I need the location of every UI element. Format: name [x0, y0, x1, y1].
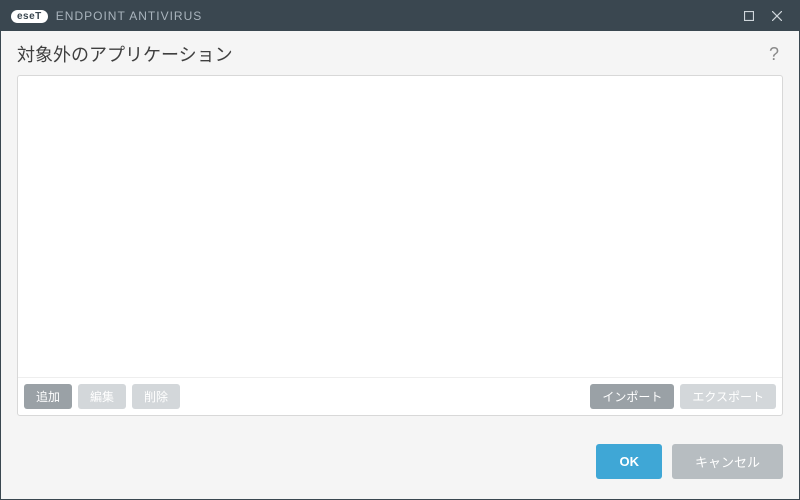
- ok-button[interactable]: OK: [596, 444, 662, 479]
- titlebar: eseT ENDPOINT ANTIVIRUS: [1, 1, 799, 31]
- exclusion-list[interactable]: [18, 76, 782, 377]
- exclusion-panel: 追加 編集 削除 インポート エクスポート: [17, 75, 783, 416]
- dialog-header: 対象外のアプリケーション ?: [1, 31, 799, 75]
- app-window: eseT ENDPOINT ANTIVIRUS 対象外のアプリケーション ? 追…: [0, 0, 800, 500]
- maximize-icon: [744, 11, 754, 21]
- add-button[interactable]: 追加: [24, 384, 72, 409]
- edit-button[interactable]: 編集: [78, 384, 126, 409]
- import-button[interactable]: インポート: [590, 384, 674, 409]
- delete-button[interactable]: 削除: [132, 384, 180, 409]
- maximize-button[interactable]: [735, 1, 763, 31]
- dialog-footer: OK キャンセル: [1, 426, 799, 499]
- close-button[interactable]: [763, 1, 791, 31]
- brand-logo: eseT: [11, 10, 48, 23]
- product-name: ENDPOINT ANTIVIRUS: [56, 9, 202, 23]
- content-area: 追加 編集 削除 インポート エクスポート: [1, 75, 799, 426]
- help-button[interactable]: ?: [765, 44, 783, 65]
- cancel-button[interactable]: キャンセル: [672, 444, 783, 479]
- export-button[interactable]: エクスポート: [680, 384, 776, 409]
- close-icon: [772, 11, 782, 21]
- page-title: 対象外のアプリケーション: [17, 41, 765, 67]
- panel-action-bar: 追加 編集 削除 インポート エクスポート: [18, 377, 782, 415]
